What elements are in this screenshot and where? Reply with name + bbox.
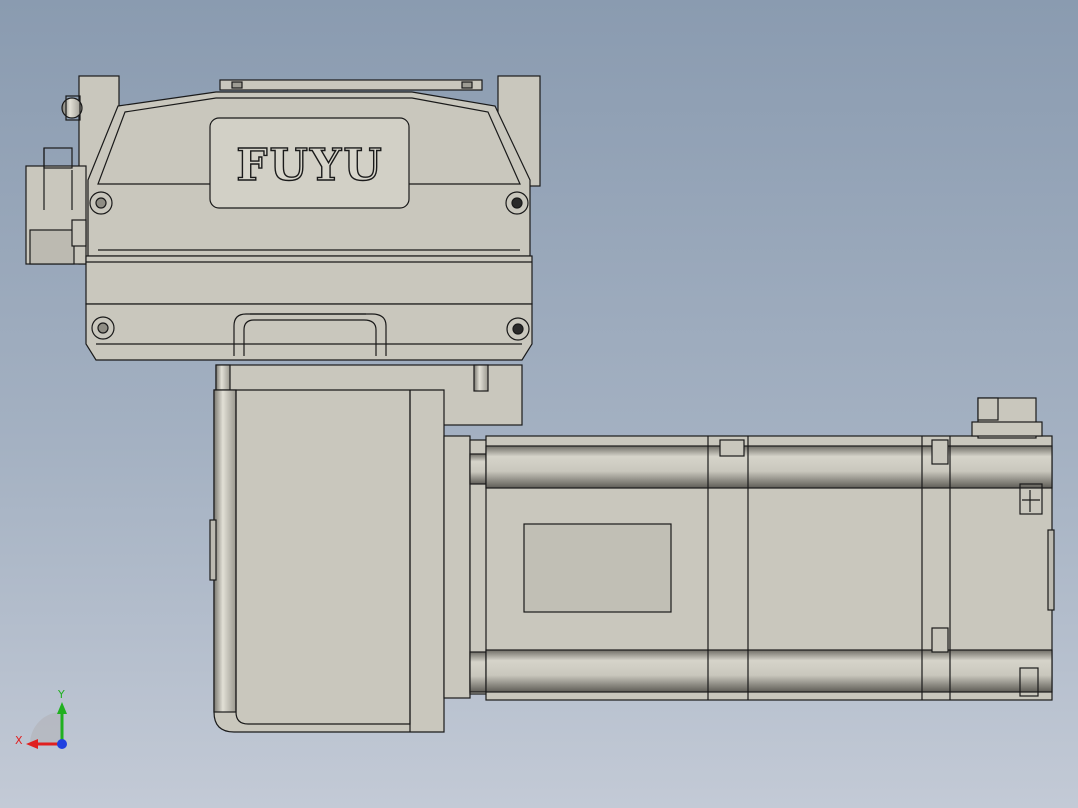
motor-flange xyxy=(443,435,471,699)
z-axis-marker xyxy=(57,739,67,749)
head-middle-band xyxy=(85,255,533,305)
screw-head xyxy=(89,191,113,215)
nameplate-recess xyxy=(523,523,672,613)
top-rail-pad xyxy=(219,79,483,91)
head-lower-band xyxy=(85,303,533,361)
servo-motor xyxy=(469,397,1055,701)
y-axis-arrowhead xyxy=(57,702,67,714)
y-axis-label: Y xyxy=(57,688,65,701)
model-drawing[interactable]: FUYU X Y xyxy=(0,0,1078,808)
triad-plane-marker xyxy=(30,712,62,744)
x-axis-label: X xyxy=(15,734,23,747)
screw-head xyxy=(505,191,529,215)
logo-text: FUYU xyxy=(236,140,383,191)
coordinate-triad: X Y xyxy=(15,688,67,749)
cad-viewport[interactable]: FUYU X Y xyxy=(0,0,1078,808)
screw-head xyxy=(91,316,115,340)
roller-stud xyxy=(61,97,83,119)
screw-head xyxy=(506,317,530,341)
actuator-head: FUYU xyxy=(25,75,541,361)
